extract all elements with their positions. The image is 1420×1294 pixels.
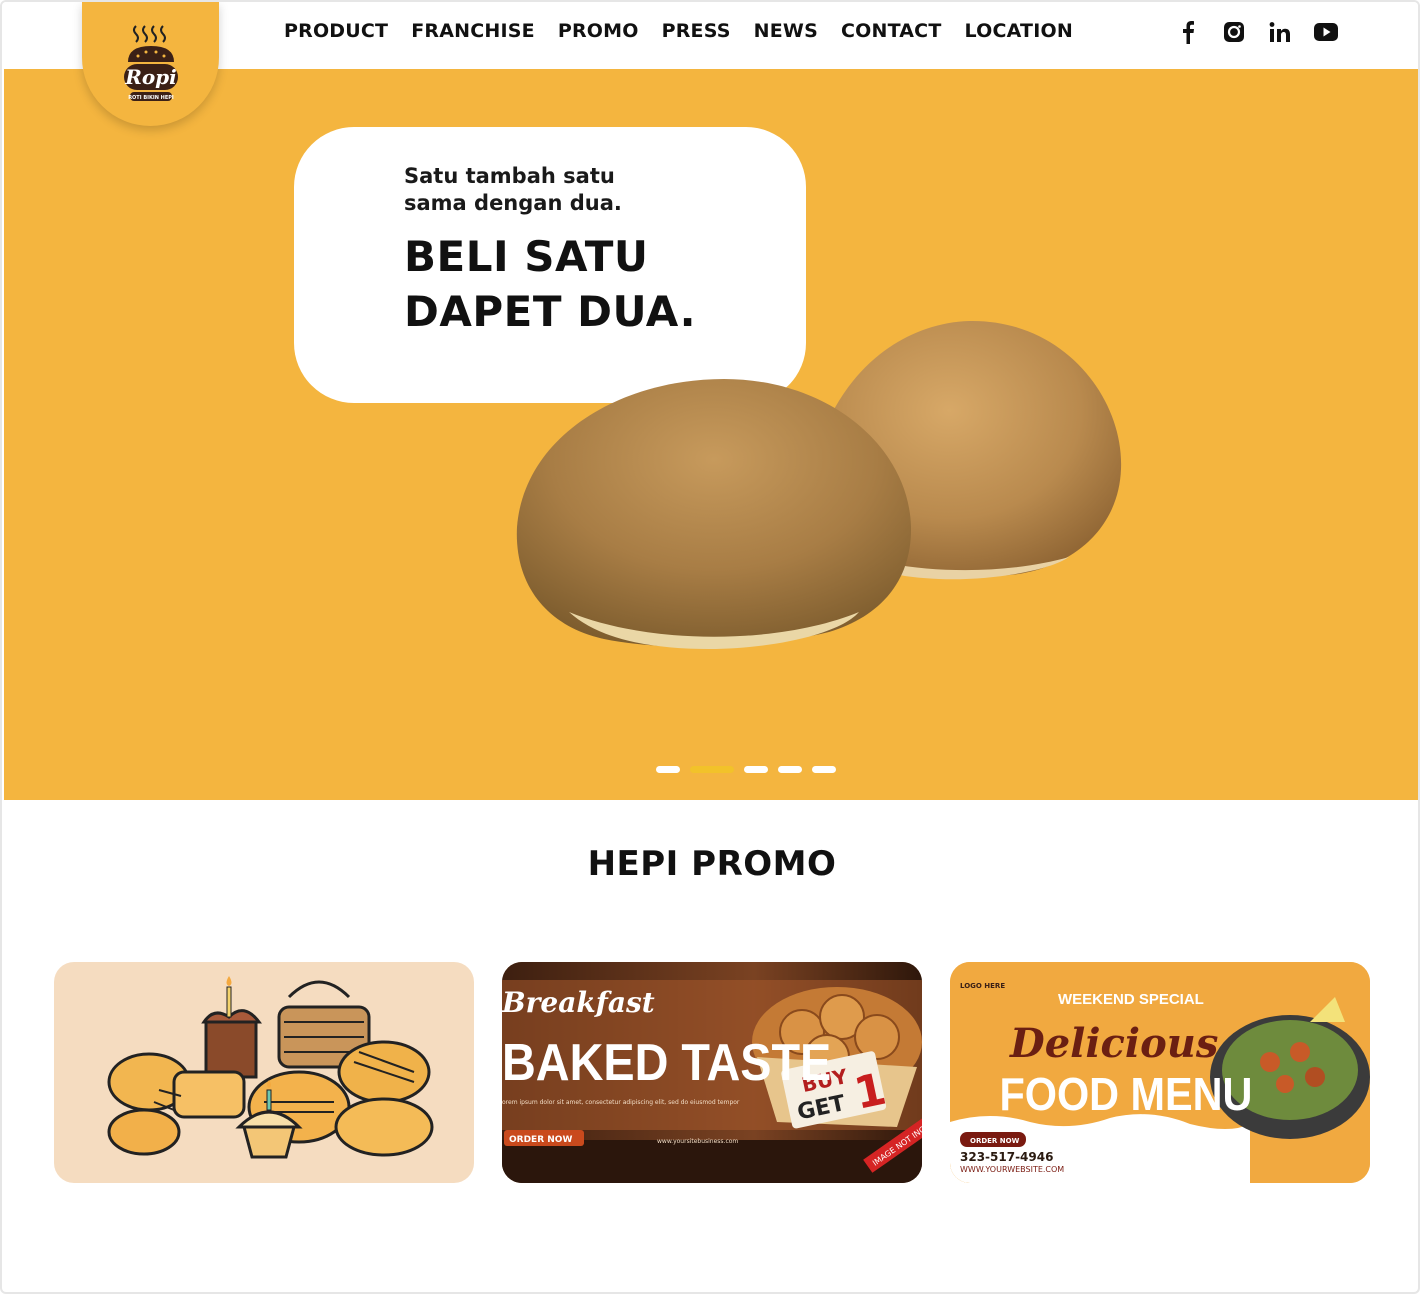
social-links	[1176, 20, 1338, 44]
logo-placeholder-text: LOGO HERE	[960, 982, 1005, 990]
hero-tagline: Satu tambah satu sama dengan dua.	[404, 163, 724, 217]
weekend-special-promo-art: LOGO HERE WEEKEND SPECIAL Delicious FOOD…	[950, 962, 1370, 1183]
breakfast-promo-art: BUY GET 1 IMAGE NOT INCL Breakfast BAKED…	[502, 962, 922, 1183]
facebook-icon[interactable]	[1176, 20, 1200, 44]
nav-franchise[interactable]: FRANCHISE	[411, 20, 535, 42]
baked-taste-title: BAKED TASTE	[502, 1034, 831, 1092]
hero-tagline-line1: Satu tambah satu	[404, 164, 615, 188]
delicious-script-title: Delicious	[1009, 1020, 1218, 1067]
promo-section-title: HEPI PROMO	[587, 844, 837, 884]
breakfast-website: www.yoursitebusiness.com	[657, 1138, 738, 1145]
nav-news[interactable]: NEWS	[754, 20, 818, 42]
site-header: Ropi ROTI BIKIN HEPI PRODUCT FRANCHISE P…	[2, 2, 1418, 126]
weekend-special-kicker: WEEKEND SPECIAL	[1058, 991, 1204, 1008]
logo-subtext: ROTI BIKIN HEPI	[128, 95, 174, 101]
linkedin-icon[interactable]	[1268, 20, 1292, 44]
breakfast-body-text: orem ipsum dolor sit amet, consectetur a…	[502, 1099, 740, 1106]
carousel-dot-4[interactable]	[778, 766, 802, 773]
weekend-phone: 323-517-4946	[960, 1150, 1053, 1164]
weekend-website: WWW.YOURWEBSITE.COM	[960, 1165, 1064, 1174]
food-menu-title: FOOD MENU	[1000, 1069, 1253, 1121]
logo-mark: Ropi ROTI BIKIN HEPI	[123, 25, 178, 101]
hero-speech-bubble: Satu tambah satu sama dengan dua. BELI S…	[294, 127, 806, 403]
hero-headline-line2: DAPET DUA.	[404, 287, 697, 336]
bakery-illustration	[107, 976, 434, 1159]
promo-card-breakfast[interactable]: BUY GET 1 IMAGE NOT INCL Breakfast BAKED…	[502, 962, 922, 1183]
promo-card-bakery-illustration[interactable]	[54, 962, 474, 1183]
breakfast-order-button: ORDER NOW	[509, 1135, 572, 1145]
youtube-icon[interactable]	[1314, 20, 1338, 44]
carousel-dot-5[interactable]	[812, 766, 836, 773]
carousel-dot-3[interactable]	[744, 766, 768, 773]
carousel-dot-2[interactable]	[690, 766, 734, 773]
breakfast-script-title: Breakfast	[502, 986, 655, 1019]
carousel-dot-1[interactable]	[656, 766, 680, 773]
bread-bun-front	[516, 379, 912, 649]
nav-contact[interactable]: CONTACT	[841, 20, 942, 42]
main-nav: PRODUCT FRANCHISE PROMO PRESS NEWS CONTA…	[284, 20, 1096, 42]
nav-promo[interactable]: PROMO	[558, 20, 639, 42]
hero-tagline-line2: sama dengan dua.	[404, 191, 622, 215]
instagram-icon[interactable]	[1222, 20, 1246, 44]
hero-banner: Satu tambah satu sama dengan dua. BELI S…	[4, 69, 1418, 800]
logo-text: Ropi	[124, 65, 177, 89]
hero-headline-line1: BELI SATU	[404, 232, 649, 281]
carousel-indicators	[656, 766, 836, 773]
promo-card-weekend-special[interactable]: LOGO HERE WEEKEND SPECIAL Delicious FOOD…	[950, 962, 1370, 1183]
weekend-order-button: ORDER NOW	[970, 1137, 1020, 1145]
page: Ropi ROTI BIKIN HEPI PRODUCT FRANCHISE P…	[0, 0, 1420, 1294]
hero-headline: BELI SATU DAPET DUA.	[404, 229, 784, 339]
nav-product[interactable]: PRODUCT	[284, 20, 388, 42]
nav-location[interactable]: LOCATION	[964, 20, 1072, 42]
nav-press[interactable]: PRESS	[662, 20, 731, 42]
